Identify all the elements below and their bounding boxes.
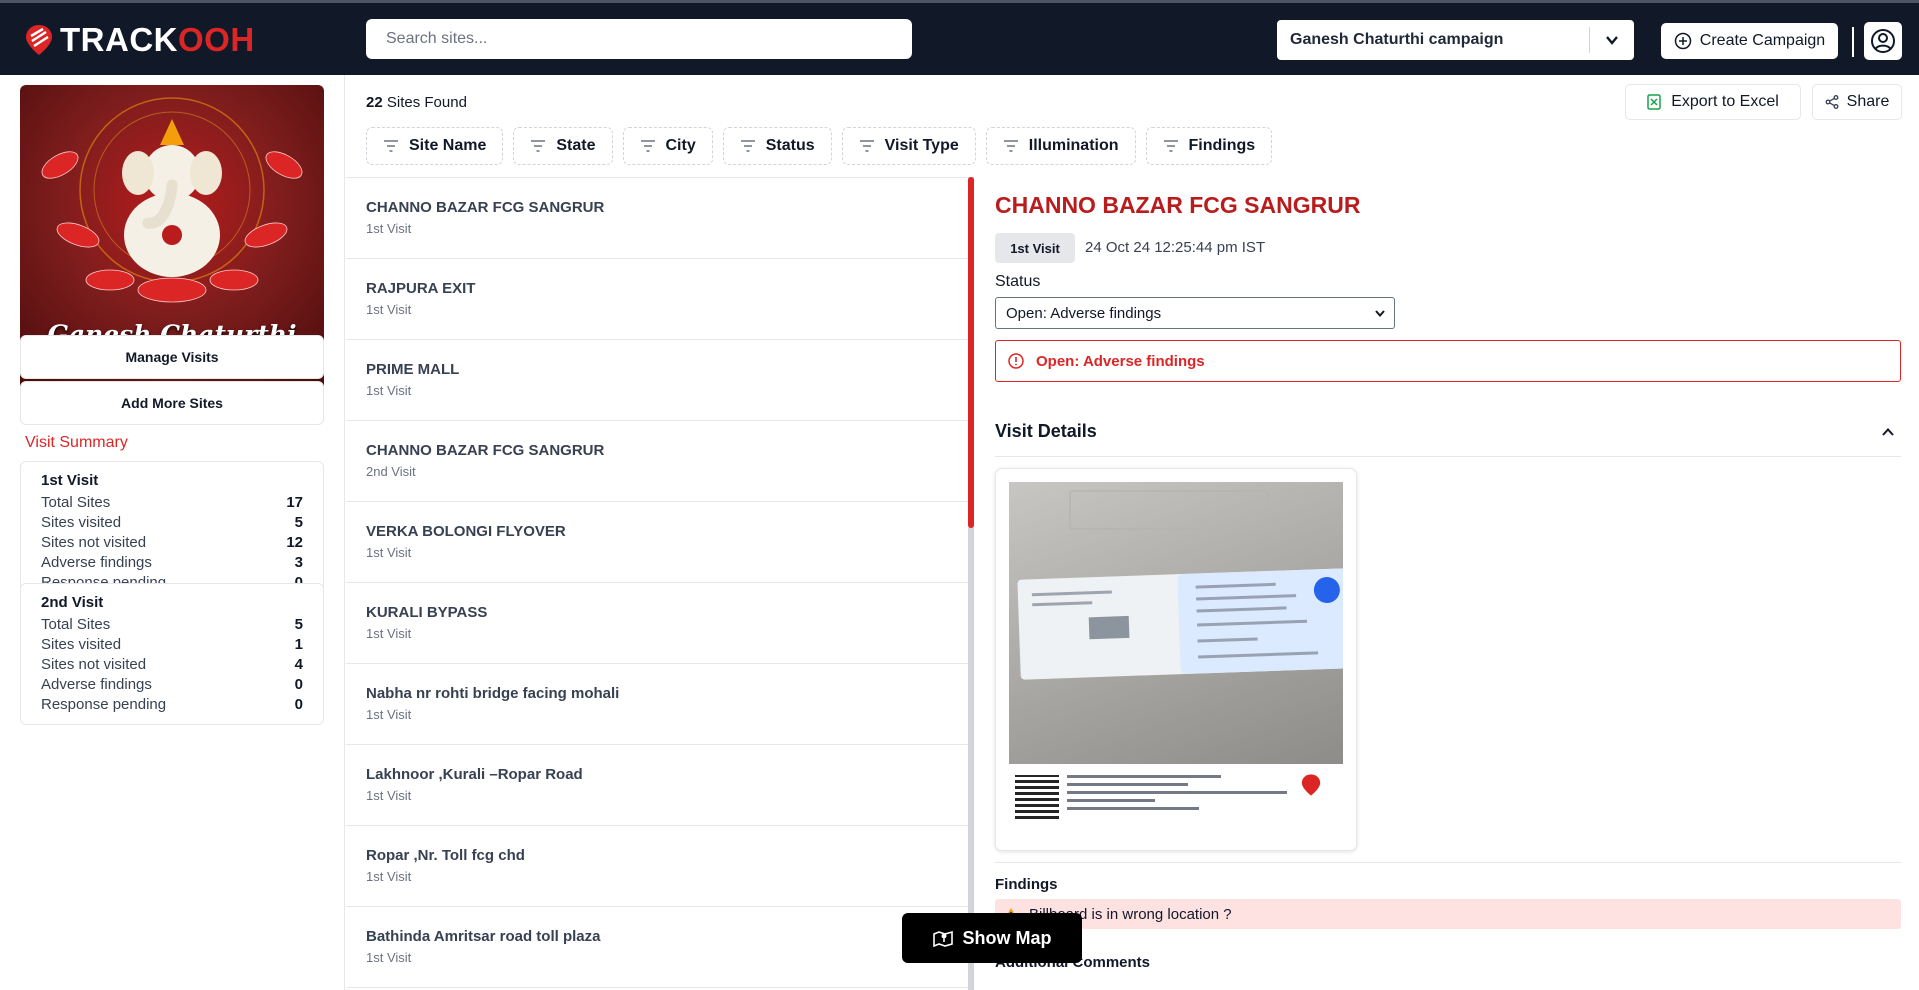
alert-circle-icon xyxy=(1008,353,1024,369)
photo-label-outline xyxy=(1069,490,1269,530)
summary-row: Sites visited 5 xyxy=(41,513,303,531)
share-label: Share xyxy=(1846,93,1890,110)
user-circle-icon xyxy=(1871,29,1895,53)
filter-icon xyxy=(1163,140,1178,152)
summary-row: Sites visited 1 xyxy=(41,635,303,653)
profile-button[interactable] xyxy=(1864,22,1902,60)
filter-site-name[interactable]: Site Name xyxy=(366,127,504,165)
plus-circle-icon xyxy=(1674,32,1692,50)
filter-status[interactable]: Status xyxy=(722,127,832,165)
search-input[interactable] xyxy=(366,19,912,59)
left-sidebar: Ganesh Chaturthi Manage Visits Add More … xyxy=(0,75,345,990)
filter-city[interactable]: City xyxy=(622,127,713,165)
filter-icon xyxy=(531,140,546,152)
site-list-item[interactable]: Lakhnoor ,Kurali –Ropar Road 1st Visit xyxy=(346,745,968,826)
scrollbar-thumb[interactable] xyxy=(968,177,974,528)
visit-summary-title: Visit Summary xyxy=(25,434,128,451)
site-list-item[interactable]: Bathinda Amritsar road toll plaza 1st Vis… xyxy=(346,907,968,988)
map-icon xyxy=(932,930,953,947)
filter-icon xyxy=(1003,140,1018,152)
share-button[interactable]: Share xyxy=(1812,84,1902,120)
summary-card-title: 1st Visit xyxy=(41,472,99,489)
filter-icon xyxy=(740,140,755,152)
summary-row: Adverse findings 3 xyxy=(41,553,303,571)
summary-card-title: 2nd Visit xyxy=(41,594,104,611)
filter-bar: Site Name State City Status Visit Type I… xyxy=(366,127,1273,165)
summary-row: Total Sites 17 xyxy=(41,493,303,511)
sites-found-count: 22 Sites Found xyxy=(366,94,467,111)
summary-row: Sites not visited 4 xyxy=(41,655,303,673)
site-detail-title: CHANNO BAZAR FCG SANGRUR xyxy=(995,192,1361,218)
chevron-down-icon xyxy=(1375,310,1385,318)
visit-photo-card[interactable] xyxy=(995,468,1357,851)
trackooh-logo[interactable]: TRACKOOH xyxy=(24,21,255,59)
site-list-item[interactable]: PRIME MALL 1st Visit xyxy=(346,340,968,421)
summary-row: Sites not visited 12 xyxy=(41,533,303,551)
site-list-item[interactable]: CHANNO BAZAR FCG SANGRUR 1st Visit xyxy=(346,178,968,259)
status-select[interactable]: Open: Adverse findings xyxy=(995,297,1395,329)
logo-text: TRACKOOH xyxy=(60,21,255,58)
filter-icon xyxy=(384,140,398,152)
visit-badge: 1st Visit xyxy=(995,233,1075,263)
header-divider xyxy=(1852,27,1854,57)
share-icon xyxy=(1825,95,1839,109)
export-to-excel-button[interactable]: Export to Excel xyxy=(1625,84,1801,120)
summary-card-1st-visit: 1st Visit Total Sites 17 Sites visited 5 S… xyxy=(20,461,324,603)
site-list-item[interactable]: VERKA BOLONGI FLYOVER 1st Visit xyxy=(346,502,968,583)
alert-text: Open: Adverse findings xyxy=(1036,352,1205,370)
findings-label: Findings xyxy=(995,876,1058,893)
visit-timestamp: 24 Oct 24 12:25:44 pm IST xyxy=(1085,239,1266,256)
visit-details-header[interactable]: Visit Details xyxy=(995,407,1901,457)
stamp-logo xyxy=(1289,773,1333,799)
visit-details-title: Visit Details xyxy=(995,421,1097,441)
summary-row: Response pending 0 xyxy=(41,695,303,713)
logo-pin-icon xyxy=(26,25,52,55)
site-list-item[interactable]: Nabha nr rohti bridge facing mohali 1st V… xyxy=(346,664,968,745)
create-campaign-button[interactable]: Create Campaign xyxy=(1661,23,1838,59)
top-header: TRACKOOH Ganesh Chaturthi campaign Creat… xyxy=(0,0,1919,75)
chevron-down-icon[interactable] xyxy=(1590,33,1634,47)
site-list-item[interactable]: KURALI BYPASS 1st Visit xyxy=(346,583,968,664)
qr-code xyxy=(1015,775,1059,819)
add-more-sites-button[interactable]: Add More Sites xyxy=(20,381,324,425)
photo-geotag-stamp xyxy=(1009,769,1343,831)
site-list: CHANNO BAZAR FCG SANGRUR 1st Visit RAJPUR… xyxy=(346,177,968,990)
section-divider xyxy=(995,862,1901,863)
summary-card-2nd-visit: 2nd Visit Total Sites 5 Sites visited 1 Si… xyxy=(20,583,324,725)
show-map-label: Show Map xyxy=(962,927,1052,948)
status-select-value: Open: Adverse findings xyxy=(1006,304,1162,322)
visit-photo[interactable] xyxy=(1009,482,1343,764)
campaign-select-value: Ganesh Chaturthi campaign xyxy=(1290,31,1504,48)
filter-icon xyxy=(640,140,655,152)
filter-icon xyxy=(859,140,874,152)
site-list-item[interactable]: Ropar ,Nr. Toll fcg chd 1st Visit xyxy=(346,826,968,907)
ganesha-illustration xyxy=(41,97,303,303)
campaign-select[interactable]: Ganesh Chaturthi campaign xyxy=(1277,20,1634,60)
filter-visit-type[interactable]: Visit Type xyxy=(841,127,976,165)
status-label: Status xyxy=(995,273,1041,290)
show-map-button[interactable]: Show Map xyxy=(902,913,1082,963)
filter-state[interactable]: State xyxy=(513,127,613,165)
summary-row: Total Sites 5 xyxy=(41,615,303,633)
filter-findings[interactable]: Findings xyxy=(1145,127,1273,165)
site-detail-panel: CHANNO BAZAR FCG SANGRUR 1st Visit 24 Oc… xyxy=(975,177,1919,990)
create-campaign-label: Create Campaign xyxy=(1699,32,1826,49)
site-list-item[interactable]: RAJPURA EXIT 1st Visit xyxy=(346,259,968,340)
filter-illumination[interactable]: Illumination xyxy=(985,127,1136,165)
photo-sticker xyxy=(1017,568,1343,680)
site-list-item[interactable]: CHANNO BAZAR FCG SANGRUR 2nd Visit xyxy=(346,421,968,502)
export-label: Export to Excel xyxy=(1671,93,1779,110)
excel-icon xyxy=(1647,94,1661,110)
summary-row: Adverse findings 0 xyxy=(41,675,303,693)
finding-item: Billboard is in wrong location ? xyxy=(995,899,1901,929)
chevron-up-icon[interactable] xyxy=(1881,427,1895,437)
status-alert: Open: Adverse findings xyxy=(995,340,1901,382)
manage-visits-button[interactable]: Manage Visits xyxy=(20,335,324,379)
